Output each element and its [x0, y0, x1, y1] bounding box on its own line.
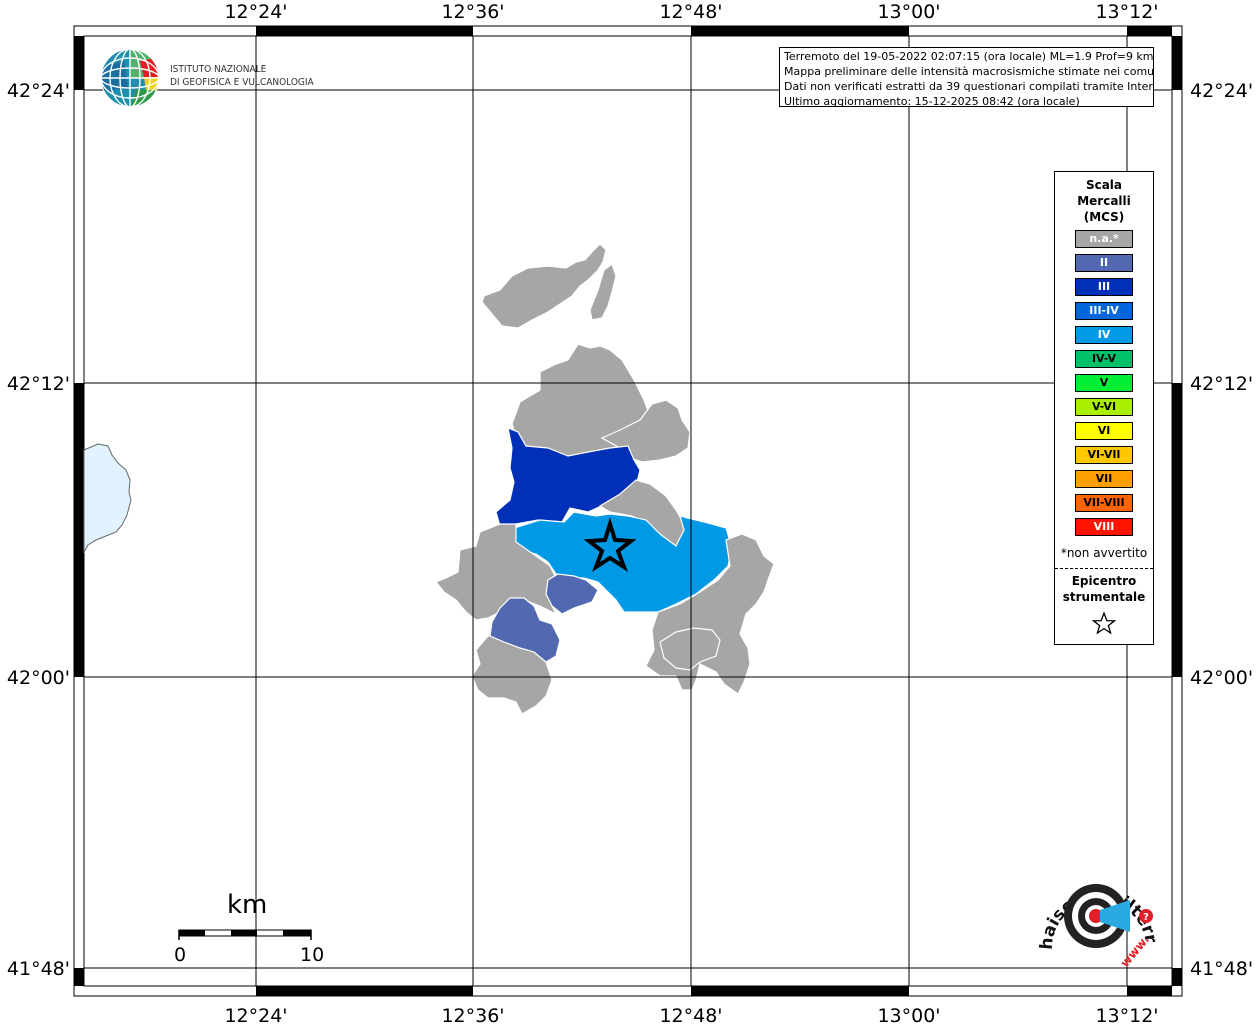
legend-swatch: IV-V — [1075, 350, 1133, 368]
event-info-box: Terremoto del 19-05-2022 02:07:15 (ora l… — [779, 47, 1154, 107]
lon-labels-top: 12°24' 12°36' 12°48' 13°00' 13°12' — [224, 1, 1158, 23]
scale-bar-graphic — [178, 929, 312, 940]
legend-swatch: VII-VIII — [1075, 494, 1133, 512]
lat-labels-left: 42°24' 42°12' 42°00' 41°48' — [7, 80, 70, 980]
legend-epicenter-line1: Epicentro — [1071, 574, 1137, 588]
lat-label: 42°12' — [7, 373, 70, 395]
ingv-logo-line2: DI GEOFISICA E VULCANOLOGIA — [170, 77, 314, 88]
legend-epicenter-label: Epicentro strumentale — [1055, 573, 1153, 605]
lat-label: 42°12' — [1190, 373, 1253, 395]
lon-label: 12°48' — [659, 1005, 722, 1024]
legend-star-icon — [1092, 612, 1116, 634]
lon-label: 13°12' — [1095, 1005, 1158, 1024]
legend-title-line2: Mercalli — [1077, 194, 1131, 208]
lat-label: 42°00' — [7, 667, 70, 689]
lon-label: 12°48' — [659, 1, 722, 23]
scale-end-label: 10 — [300, 944, 325, 966]
legend-swatch: III — [1075, 278, 1133, 296]
ingv-logo-text: ISTITUTO NAZIONALE DI GEOFISICA E VULCAN… — [170, 63, 314, 89]
legend-swatch: VI-VII — [1075, 446, 1133, 464]
lon-label: 13°00' — [877, 1005, 940, 1024]
lon-label: 13°12' — [1095, 1, 1158, 23]
scale-bar: km 0 10 — [170, 890, 330, 970]
lat-label: 42°24' — [7, 80, 70, 102]
legend-swatch: VII — [1075, 470, 1133, 488]
scale-unit: km — [227, 890, 268, 920]
legend-swatch: VI — [1075, 422, 1133, 440]
info-line-data: Dati non verificati estratti da 39 quest… — [784, 80, 1154, 93]
lat-labels-right: 42°24' 42°12' 42°00' 41°48' — [1190, 80, 1253, 980]
legend-swatch: V-VI — [1075, 398, 1133, 416]
legend-title-line1: Scala — [1085, 178, 1123, 192]
legend-swatch: III-IV — [1075, 302, 1133, 320]
legend-title: Scala Mercalli (MCS) — [1055, 177, 1153, 225]
watermark-prefix: www. — [1118, 933, 1153, 970]
legend-swatch: VIII — [1075, 518, 1133, 536]
legend-epicenter-line2: strumentale — [1062, 590, 1146, 604]
legend-swatch: V — [1075, 374, 1133, 392]
lon-label: 12°36' — [441, 1005, 504, 1024]
lon-label: 12°24' — [224, 1005, 287, 1024]
svg-text:?: ? — [1143, 912, 1149, 923]
legend-swatch: n.a.* — [1075, 230, 1133, 248]
lat-label: 42°00' — [1190, 667, 1253, 689]
lon-label: 12°36' — [441, 1, 504, 23]
info-line-updated: Ultimo aggiornamento: 15-12-2025 08:42 (… — [784, 95, 1080, 107]
scale-start-label: 0 — [174, 944, 187, 966]
legend-divider — [1055, 568, 1153, 569]
lon-label: 12°24' — [224, 1, 287, 23]
lat-label: 42°24' — [1190, 80, 1253, 102]
lon-label: 13°00' — [877, 1, 940, 23]
info-line-event: Terremoto del 19-05-2022 02:07:15 (ora l… — [784, 50, 1154, 63]
haisentito-logo-icon: haisentitoilterremoto.it ? www. — [1034, 860, 1161, 970]
legend-title-line3: (MCS) — [1083, 210, 1125, 224]
legend-swatch: IV — [1075, 326, 1133, 344]
lon-labels-bottom: 12°24' 12°36' 12°48' 13°00' 13°12' — [224, 1005, 1158, 1024]
legend-note: *non avvertito — [1060, 546, 1148, 560]
mcs-legend: Scala Mercalli (MCS) n.a.* II III III-IV IV I… — [1054, 171, 1154, 645]
info-line-map: Mappa preliminare delle intensità macros… — [784, 65, 1154, 78]
lat-label: 41°48' — [7, 958, 70, 980]
lat-label: 41°48' — [1190, 958, 1253, 980]
ingv-globe-icon — [100, 48, 160, 108]
legend-swatch: II — [1075, 254, 1133, 272]
ingv-logo-line1: ISTITUTO NAZIONALE — [170, 64, 267, 75]
